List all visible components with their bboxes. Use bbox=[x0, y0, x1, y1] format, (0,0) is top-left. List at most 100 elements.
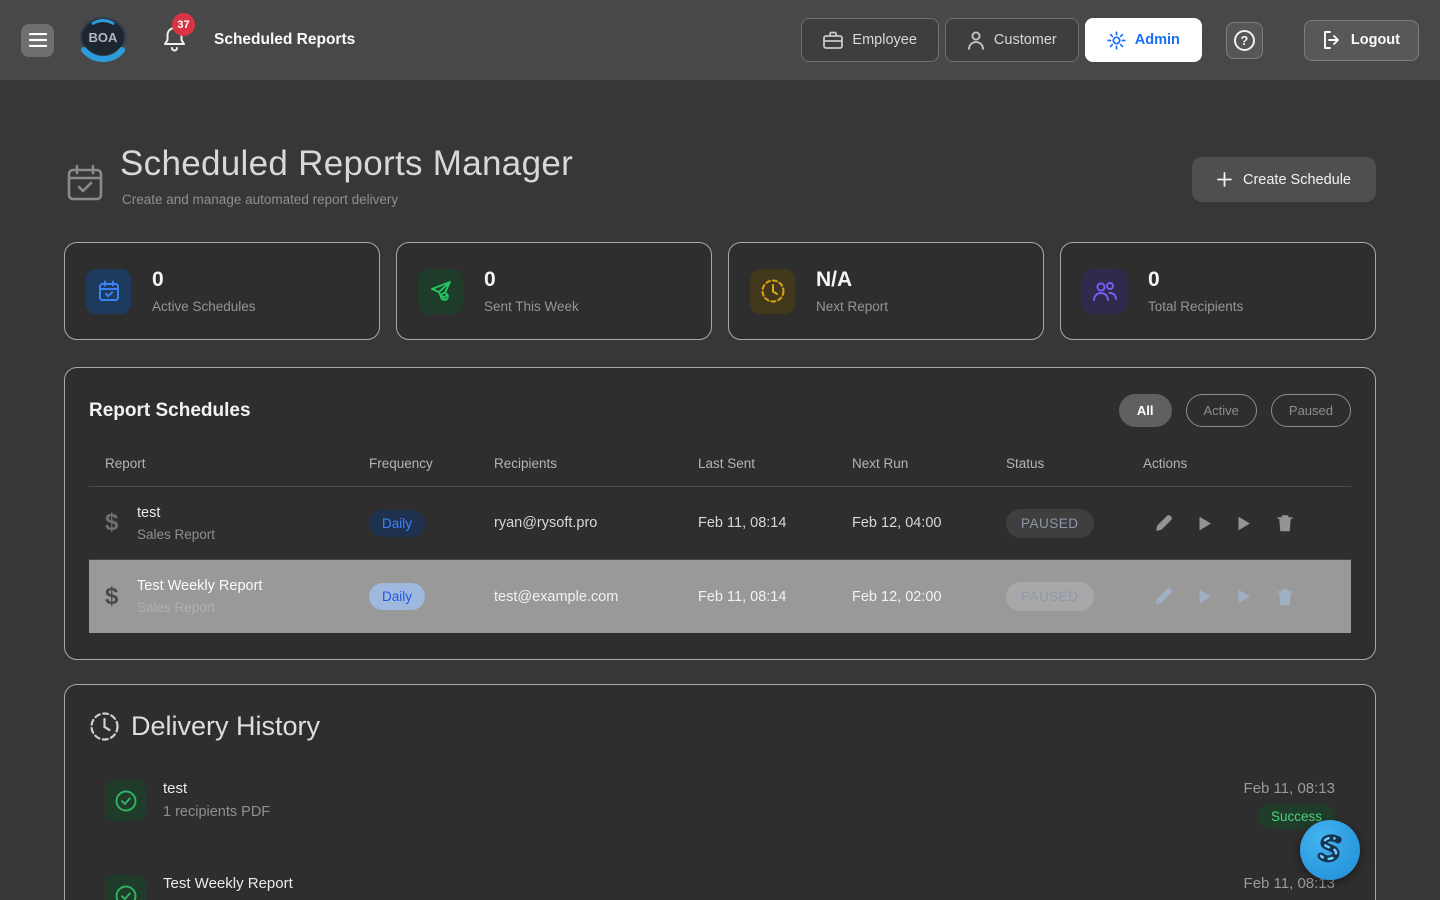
pencil-icon bbox=[1155, 515, 1172, 532]
play-icon bbox=[1199, 517, 1211, 530]
column-frequency: Frequency bbox=[369, 456, 494, 471]
filter-paused[interactable]: Paused bbox=[1271, 394, 1351, 427]
admin-tab[interactable]: Admin bbox=[1085, 18, 1202, 62]
notification-count-badge: 37 bbox=[172, 13, 195, 36]
filter-all[interactable]: All bbox=[1119, 394, 1172, 427]
resume-button[interactable] bbox=[1238, 590, 1250, 603]
svg-text:BOA: BOA bbox=[89, 30, 119, 45]
recipients-cell: ryan@rysoft.pro bbox=[494, 515, 698, 531]
briefcase-icon bbox=[823, 31, 843, 49]
run-now-button[interactable] bbox=[1199, 590, 1211, 603]
stat-value: 0 bbox=[152, 268, 256, 292]
last-sent-cell: Feb 11, 08:14 bbox=[698, 589, 852, 605]
stat-label: Sent This Week bbox=[484, 299, 579, 314]
history-clock-icon bbox=[89, 711, 120, 742]
stat-value: 0 bbox=[1148, 268, 1243, 292]
history-entry-detail: 1 recipients PDF bbox=[163, 804, 270, 820]
trash-icon bbox=[1277, 514, 1293, 532]
frequency-badge: Daily bbox=[369, 583, 425, 610]
history-entry-name: test bbox=[163, 780, 270, 797]
play-icon bbox=[1238, 517, 1250, 530]
calendar-check-icon bbox=[86, 269, 131, 314]
main-content: Scheduled Reports Manager Create and man… bbox=[0, 144, 1440, 900]
stat-label: Total Recipients bbox=[1148, 299, 1243, 314]
stat-card-sent-this-week: 0 Sent This Week bbox=[396, 242, 712, 340]
dollar-icon: $ bbox=[105, 509, 121, 537]
table-row[interactable]: $ Test Weekly Report Sales Report Daily … bbox=[89, 560, 1351, 633]
report-schedules-title: Report Schedules bbox=[89, 400, 251, 422]
history-entry: test 1 recipients PDF Feb 11, 08:13 Succ… bbox=[89, 780, 1351, 829]
report-category: Sales Report bbox=[137, 527, 215, 542]
history-timestamp: Feb 11, 08:13 bbox=[1244, 780, 1335, 797]
stat-card-next-report: N/A Next Report bbox=[728, 242, 1044, 340]
filter-active[interactable]: Active bbox=[1186, 394, 1257, 427]
last-sent-cell: Feb 11, 08:14 bbox=[698, 515, 852, 531]
snake-logo-icon bbox=[1311, 831, 1349, 869]
trash-icon bbox=[1277, 588, 1293, 606]
logout-button[interactable]: Logout bbox=[1304, 20, 1419, 61]
employee-tab-label: Employee bbox=[852, 32, 916, 48]
gear-icon bbox=[1107, 31, 1126, 50]
customer-tab-label: Customer bbox=[994, 32, 1057, 48]
stat-value: N/A bbox=[816, 268, 888, 292]
success-check-icon bbox=[105, 875, 146, 900]
stat-label: Next Report bbox=[816, 299, 888, 314]
clock-icon bbox=[750, 269, 795, 314]
edit-button[interactable] bbox=[1155, 588, 1172, 605]
resume-button[interactable] bbox=[1238, 517, 1250, 530]
column-next-run: Next Run bbox=[852, 456, 1006, 471]
employee-tab[interactable]: Employee bbox=[801, 18, 938, 62]
schedule-filters: All Active Paused bbox=[1119, 394, 1351, 427]
history-entry: Test Weekly Report Feb 11, 08:13 bbox=[89, 875, 1351, 900]
history-entry-name: Test Weekly Report bbox=[163, 875, 293, 892]
report-schedules-panel: Report Schedules All Active Paused Repor… bbox=[64, 367, 1376, 660]
report-category: Sales Report bbox=[137, 600, 262, 615]
person-icon bbox=[967, 31, 985, 50]
logout-label: Logout bbox=[1351, 32, 1400, 48]
column-last-sent: Last Sent bbox=[698, 456, 852, 471]
create-schedule-label: Create Schedule bbox=[1243, 172, 1351, 188]
pencil-icon bbox=[1155, 588, 1172, 605]
chat-widget-button[interactable] bbox=[1300, 820, 1360, 880]
users-icon bbox=[1082, 269, 1127, 314]
page-title: Scheduled Reports Manager bbox=[120, 144, 573, 184]
delivery-history-panel: Delivery History test 1 recipients PDF F… bbox=[64, 684, 1376, 900]
boa-logo: BOA bbox=[78, 16, 128, 64]
customer-tab[interactable]: Customer bbox=[945, 18, 1079, 62]
calendar-check-icon bbox=[64, 162, 106, 209]
next-run-cell: Feb 12, 04:00 bbox=[852, 515, 1006, 531]
stats-row: 0 Active Schedules 0 Sent This Week bbox=[64, 242, 1376, 340]
column-recipients: Recipients bbox=[494, 456, 698, 471]
stat-card-total-recipients: 0 Total Recipients bbox=[1060, 242, 1376, 340]
play-icon bbox=[1199, 590, 1211, 603]
menu-button[interactable] bbox=[21, 24, 54, 57]
send-check-icon bbox=[418, 269, 463, 314]
stat-value: 0 bbox=[484, 268, 579, 292]
column-report: Report bbox=[105, 456, 369, 471]
delete-button[interactable] bbox=[1277, 514, 1293, 532]
top-navbar: BOA 37 Scheduled Reports Employee bbox=[0, 0, 1440, 80]
table-header: Report Frequency Recipients Last Sent Ne… bbox=[89, 456, 1351, 487]
report-name: Test Weekly Report bbox=[137, 578, 262, 594]
help-button[interactable]: ? bbox=[1226, 22, 1263, 59]
edit-button[interactable] bbox=[1155, 515, 1172, 532]
column-status: Status bbox=[1006, 456, 1143, 471]
plus-icon bbox=[1217, 172, 1232, 187]
stat-card-active-schedules: 0 Active Schedules bbox=[64, 242, 380, 340]
recipients-cell: test@example.com bbox=[494, 589, 698, 605]
question-icon: ? bbox=[1234, 30, 1255, 51]
page-subtitle: Create and manage automated report deliv… bbox=[122, 192, 573, 207]
notifications-button[interactable]: 37 bbox=[162, 25, 188, 55]
status-badge: PAUSED bbox=[1006, 509, 1094, 538]
run-now-button[interactable] bbox=[1199, 517, 1211, 530]
navbar-title: Scheduled Reports bbox=[214, 31, 355, 49]
stat-label: Active Schedules bbox=[152, 299, 256, 314]
hamburger-icon bbox=[29, 33, 47, 47]
logout-icon bbox=[1323, 31, 1342, 49]
delete-button[interactable] bbox=[1277, 588, 1293, 606]
dollar-icon: $ bbox=[105, 583, 121, 611]
column-actions: Actions bbox=[1143, 456, 1351, 471]
create-schedule-button[interactable]: Create Schedule bbox=[1192, 157, 1376, 202]
frequency-badge: Daily bbox=[369, 510, 425, 537]
table-row[interactable]: $ test Sales Report Daily ryan@rysoft.pr… bbox=[89, 487, 1351, 560]
